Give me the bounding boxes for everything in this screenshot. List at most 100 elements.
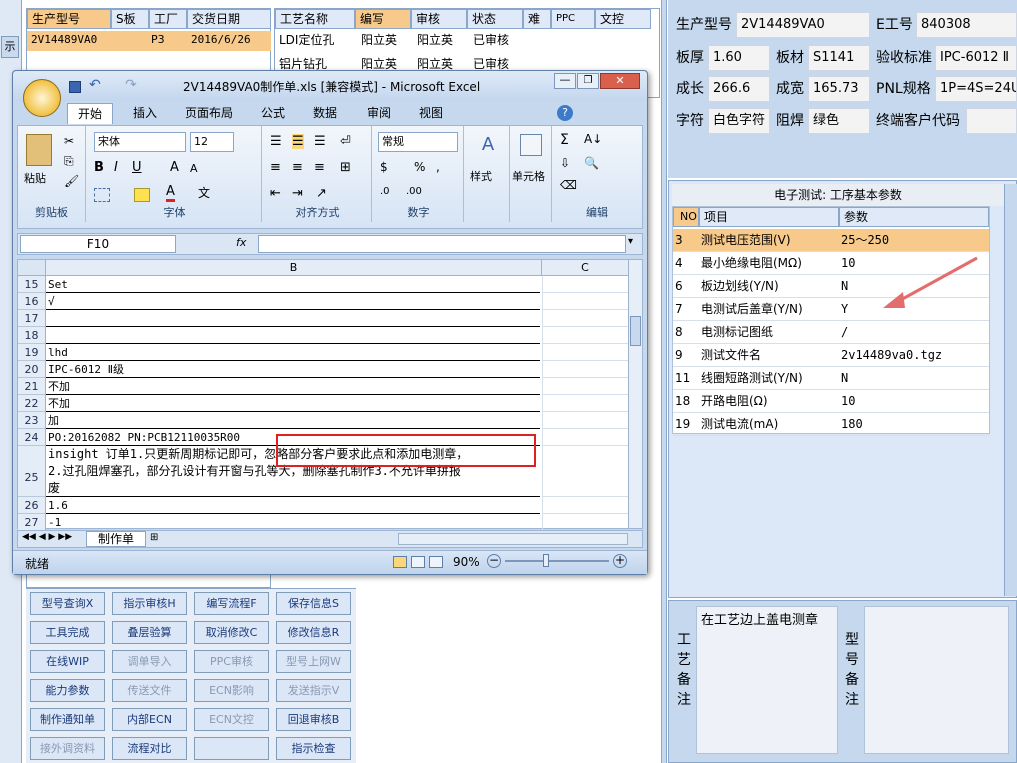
sheet-nav-arrows[interactable]: ◀◀ ◀ ▶ ▶▶ xyxy=(22,532,72,542)
cell-b[interactable]: IPC-6012 Ⅱ级 xyxy=(46,361,540,378)
params-row[interactable]: 9 测试文件名 2v14489va0.tgz xyxy=(673,344,989,367)
online-wip-button[interactable]: 在线WIP xyxy=(30,650,105,673)
pnl-field[interactable]: 1P=4S=24U xyxy=(935,76,1017,102)
cell-b[interactable]: 不加 xyxy=(46,378,540,395)
cell-b[interactable]: 1.6 xyxy=(46,497,540,514)
header-process-name[interactable]: 工艺名称 xyxy=(275,9,355,29)
zoom-slider-thumb[interactable] xyxy=(543,554,549,567)
zoom-level[interactable]: 90% xyxy=(453,555,480,569)
scroll-thumb[interactable] xyxy=(630,316,641,346)
params-row[interactable]: 18 开路电阻(Ω) 10 xyxy=(673,390,989,413)
row-number[interactable]: 22 xyxy=(18,395,46,412)
cell-c[interactable] xyxy=(542,378,628,395)
formula-input[interactable] xyxy=(258,235,626,253)
row-number[interactable]: 17 xyxy=(18,310,46,327)
font-color-icon[interactable]: A xyxy=(166,184,175,202)
cell-c[interactable] xyxy=(542,395,628,412)
model-online-button[interactable]: 型号上网W xyxy=(276,650,351,673)
header-status[interactable]: 状态 xyxy=(467,9,523,29)
fill-color-icon[interactable] xyxy=(134,188,150,202)
normal-view-icon[interactable] xyxy=(393,556,407,568)
cell-b[interactable]: Set xyxy=(46,276,540,293)
row-number[interactable]: 16 xyxy=(18,293,46,310)
currency-icon[interactable]: $ xyxy=(380,160,388,174)
cell-b[interactable]: lhd xyxy=(46,344,540,361)
header-factory[interactable]: 工厂 xyxy=(149,9,187,29)
width-field[interactable]: 165.73 xyxy=(808,76,870,102)
left-edge-label[interactable]: 示 xyxy=(1,36,19,58)
border-icon[interactable] xyxy=(94,188,110,202)
find-icon[interactable]: 🔍 xyxy=(584,156,599,170)
pane-divider[interactable] xyxy=(661,0,667,763)
cell-b[interactable]: 加 xyxy=(46,412,540,429)
zoom-out-icon[interactable]: − xyxy=(487,554,501,568)
row-number[interactable]: 21 xyxy=(18,378,46,395)
solder-mask-field[interactable]: 绿色 xyxy=(808,108,870,134)
minimize-button[interactable]: — xyxy=(554,73,576,89)
name-box[interactable]: F10 xyxy=(20,235,176,253)
restore-button[interactable]: ❐ xyxy=(577,73,599,89)
send-instruction-button[interactable]: 发送指示V xyxy=(276,679,351,702)
row-number[interactable]: 27 xyxy=(18,514,46,530)
save-icon[interactable] xyxy=(69,81,81,93)
model-field[interactable]: 2V14489VA0 xyxy=(736,12,870,38)
align-top-icon[interactable]: ☰ xyxy=(270,134,282,149)
header-no[interactable]: NO xyxy=(673,207,699,227)
excel-window[interactable]: ↶ ↷ 2V14489VA0制作单.xls [兼容模式] - Microsoft… xyxy=(12,70,648,575)
header-author[interactable]: 编写 xyxy=(355,9,411,29)
ppc-review-button[interactable]: PPC审核 xyxy=(194,650,269,673)
sort-filter-icon[interactable]: A↓ xyxy=(584,132,602,146)
row-number[interactable]: 25 xyxy=(18,446,46,497)
vertical-scrollbar[interactable] xyxy=(628,260,642,528)
undo-icon[interactable]: ↶ xyxy=(89,77,101,93)
header-param[interactable]: 参数 xyxy=(839,207,989,227)
stackup-calc-button[interactable]: 叠层验算 xyxy=(112,621,187,644)
align-middle-icon[interactable]: ☰ xyxy=(292,134,304,149)
merge-icon[interactable]: ⊞ xyxy=(340,160,351,175)
params-row[interactable]: 8 电测标记图纸 / xyxy=(673,321,989,344)
phonetic-icon[interactable]: 文 xyxy=(198,184,210,201)
tab-formulas[interactable]: 公式 xyxy=(251,103,295,123)
table-row[interactable]: LDI定位孔 阳立英 阳立英 已审核 xyxy=(275,31,659,51)
styles-icon[interactable]: A xyxy=(476,134,500,160)
row-number[interactable]: 24 xyxy=(18,429,46,446)
header-item[interactable]: 项目 xyxy=(699,207,839,227)
copy-icon[interactable]: ⎘ xyxy=(64,154,74,169)
decrease-decimal-icon[interactable]: .00 xyxy=(406,186,422,197)
save-info-button[interactable]: 保存信息S xyxy=(276,592,351,615)
header-reviewer[interactable]: 审核 xyxy=(411,9,467,29)
row-number[interactable]: 18 xyxy=(18,327,46,344)
cell-b[interactable]: 不加 xyxy=(46,395,540,412)
model-remark-field[interactable] xyxy=(864,606,1009,754)
cell-b[interactable]: -1 xyxy=(46,514,540,530)
row-number[interactable]: 20 xyxy=(18,361,46,378)
material-field[interactable]: S1141 xyxy=(808,45,870,71)
orientation-icon[interactable]: ↗ xyxy=(316,186,327,201)
tab-data[interactable]: 数据 xyxy=(303,103,347,123)
underline-icon[interactable]: U xyxy=(132,160,142,175)
number-format-select[interactable]: 常规 xyxy=(378,132,458,152)
tab-review[interactable]: 审阅 xyxy=(357,103,401,123)
paste-icon[interactable] xyxy=(26,134,52,166)
column-header-c[interactable]: C xyxy=(542,260,628,276)
grow-font-icon[interactable]: A xyxy=(170,160,179,175)
cell-c[interactable] xyxy=(542,514,628,530)
import-order-button[interactable]: 调单导入 xyxy=(112,650,187,673)
decrease-indent-icon[interactable]: ⇤ xyxy=(270,186,281,201)
capability-params-button[interactable]: 能力参数 xyxy=(30,679,105,702)
font-size-select[interactable]: 12 xyxy=(190,132,234,152)
close-button[interactable]: ✕ xyxy=(600,73,640,89)
cell-c[interactable] xyxy=(542,344,628,361)
align-right-icon[interactable]: ≡ xyxy=(314,160,325,175)
tab-page-layout[interactable]: 页面布局 xyxy=(175,103,243,123)
header-ppc[interactable]: PPC xyxy=(551,9,595,29)
new-sheet-icon[interactable]: ⊞ xyxy=(150,532,158,543)
zoom-in-icon[interactable]: + xyxy=(613,554,627,568)
instruction-check-button[interactable]: 指示检查 xyxy=(276,737,351,760)
params-row[interactable]: 19 测试电流(mA) 180 xyxy=(673,413,989,436)
align-center-icon[interactable]: ≡ xyxy=(292,160,303,175)
align-left-icon[interactable]: ≡ xyxy=(270,160,281,175)
paste-label[interactable]: 粘贴 xyxy=(24,170,46,186)
cell-b[interactable] xyxy=(46,327,540,344)
cell-b[interactable] xyxy=(46,310,540,327)
